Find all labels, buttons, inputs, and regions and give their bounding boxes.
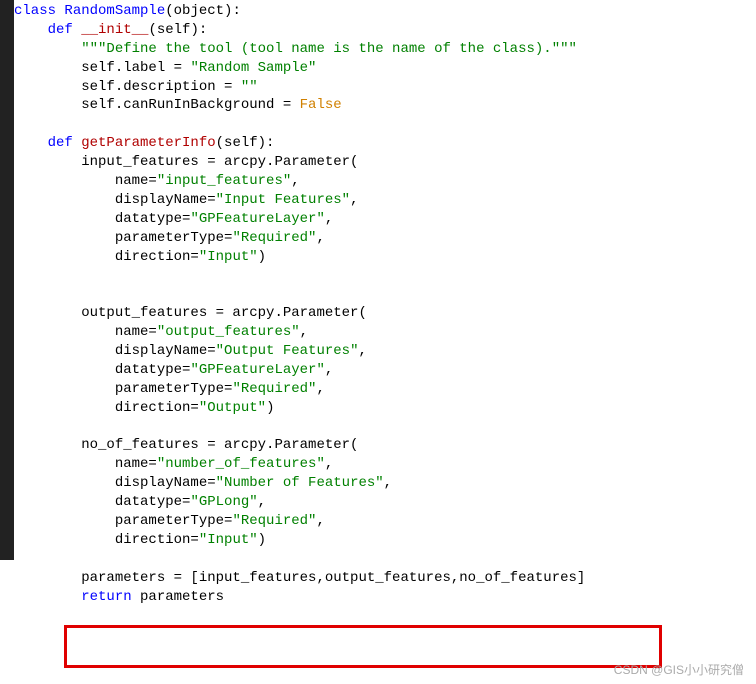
l05a: self.description = [14,79,241,95]
l22a: direction= [14,400,199,416]
l10s: "input_features" [157,173,291,189]
kw-class: class [14,3,56,19]
kw-def: def [14,22,73,38]
l12c: , [325,211,333,227]
l12a: datatype= [14,211,190,227]
l19a: displayName= [14,343,216,359]
l11s: "Input Features" [216,192,350,208]
l20c: , [325,362,333,378]
l11a: displayName= [14,192,216,208]
l14c: ) [258,249,266,265]
l14a: direction= [14,249,199,265]
l24: no_of_features = arcpy.Parameter( [14,437,358,453]
l19s: "Output Features" [216,343,359,359]
l21a: parameterType= [14,381,232,397]
l10a: name= [14,173,157,189]
l22s: "Output" [199,400,266,416]
method-getparam: getParameterInfo [73,135,216,151]
l27s: "GPLong" [190,494,257,510]
l01-rest: (object): [165,3,241,19]
l11c: , [350,192,358,208]
l18c: , [300,324,308,340]
kw-def2: def [14,135,73,151]
l26c: , [384,475,392,491]
l26s: "Number of Features" [216,475,384,491]
l10c: , [291,173,299,189]
l29c: ) [258,532,266,548]
code-block: class RandomSample(object): def __init__… [14,2,585,607]
l28s: "Required" [232,513,316,529]
l26a: displayName= [14,475,216,491]
l04s: "Random Sample" [190,60,316,76]
l04a: self.label = [14,60,190,76]
l13a: parameterType= [14,230,232,246]
l08-rest: (self): [216,135,275,151]
l02-rest: (self): [148,22,207,38]
l22c: ) [266,400,274,416]
l27c: , [258,494,266,510]
l19c: , [358,343,366,359]
l13s: "Required" [232,230,316,246]
watermark: CSDN @GIS小小研究僧 [614,662,744,678]
l32-rest: parameters [132,589,224,605]
kw-return: return [14,589,132,605]
l27a: datatype= [14,494,190,510]
class-name: RandomSample [56,3,165,19]
l29a: direction= [14,532,199,548]
l21s: "Required" [232,381,316,397]
gutter [0,0,14,560]
l09: input_features = arcpy.Parameter( [14,154,358,170]
l25c: , [325,456,333,472]
l05s: "" [241,79,258,95]
l25s: "number_of_features" [157,456,325,472]
highlight-box [64,625,662,668]
l21c: , [316,381,324,397]
method-init: __init__ [73,22,149,38]
l18s: "output_features" [157,324,300,340]
l25a: name= [14,456,157,472]
l06c: False [300,97,342,113]
l17: output_features = arcpy.Parameter( [14,305,367,321]
l13c: , [316,230,324,246]
l12s: "GPFeatureLayer" [190,211,324,227]
l29s: "Input" [199,532,258,548]
l20s: "GPFeatureLayer" [190,362,324,378]
l06a: self.canRunInBackground = [14,97,300,113]
docstring: """Define the tool (tool name is the nam… [14,41,577,57]
l14s: "Input" [199,249,258,265]
l31: parameters = [input_features,output_feat… [14,570,585,586]
l28c: , [316,513,324,529]
l28a: parameterType= [14,513,232,529]
l20a: datatype= [14,362,190,378]
l18a: name= [14,324,157,340]
